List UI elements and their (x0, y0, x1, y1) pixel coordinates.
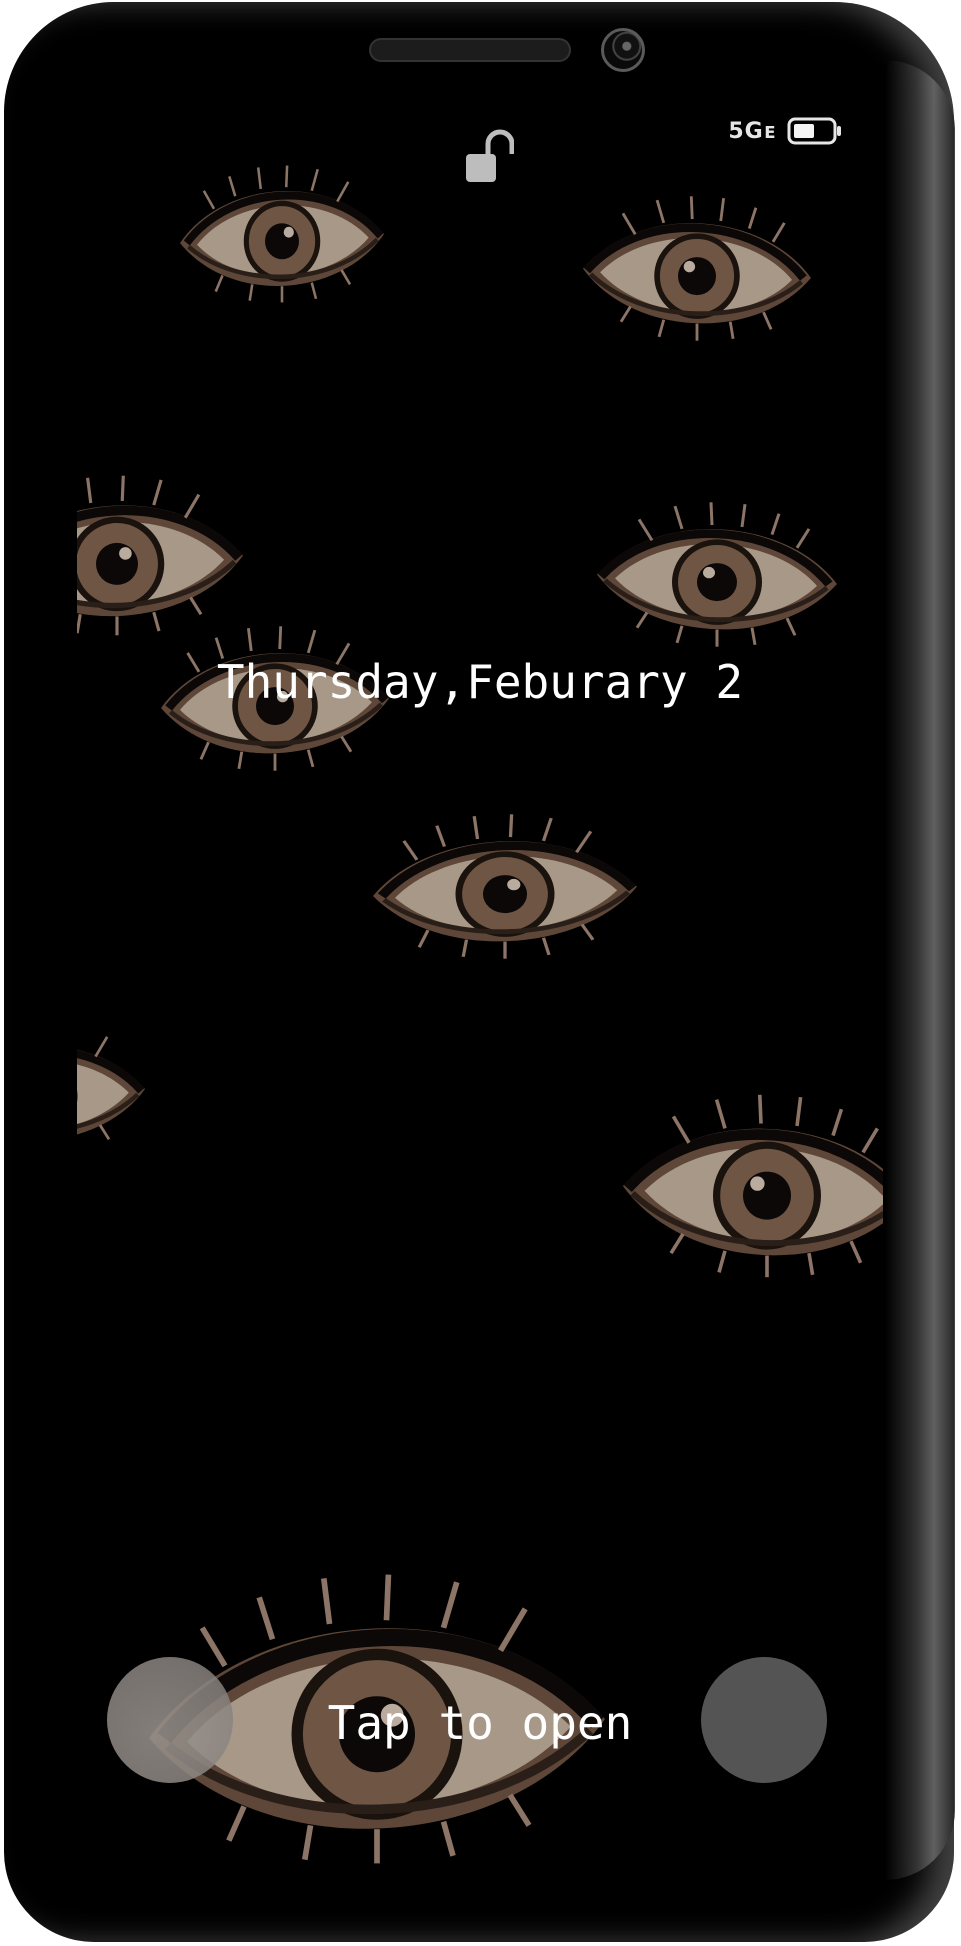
eyes-wallpaper (77, 78, 883, 1868)
lockscreen-page: 5Gᴇ Thursday,Feburary 2 Tap to open (0, 0, 961, 1946)
phone-edge (885, 60, 955, 1880)
network-indicator: 5Gᴇ (728, 118, 777, 144)
earpiece-speaker (369, 38, 571, 62)
lockscreen-date: Thursday,Feburary 2 (216, 655, 744, 709)
lock-screen[interactable] (77, 78, 883, 1868)
front-camera-icon (601, 28, 645, 72)
status-bar: 5Gᴇ (728, 114, 843, 148)
unlocked-padlock-icon (462, 128, 515, 188)
battery-icon (787, 117, 843, 145)
right-shortcut-button[interactable] (701, 1657, 827, 1783)
